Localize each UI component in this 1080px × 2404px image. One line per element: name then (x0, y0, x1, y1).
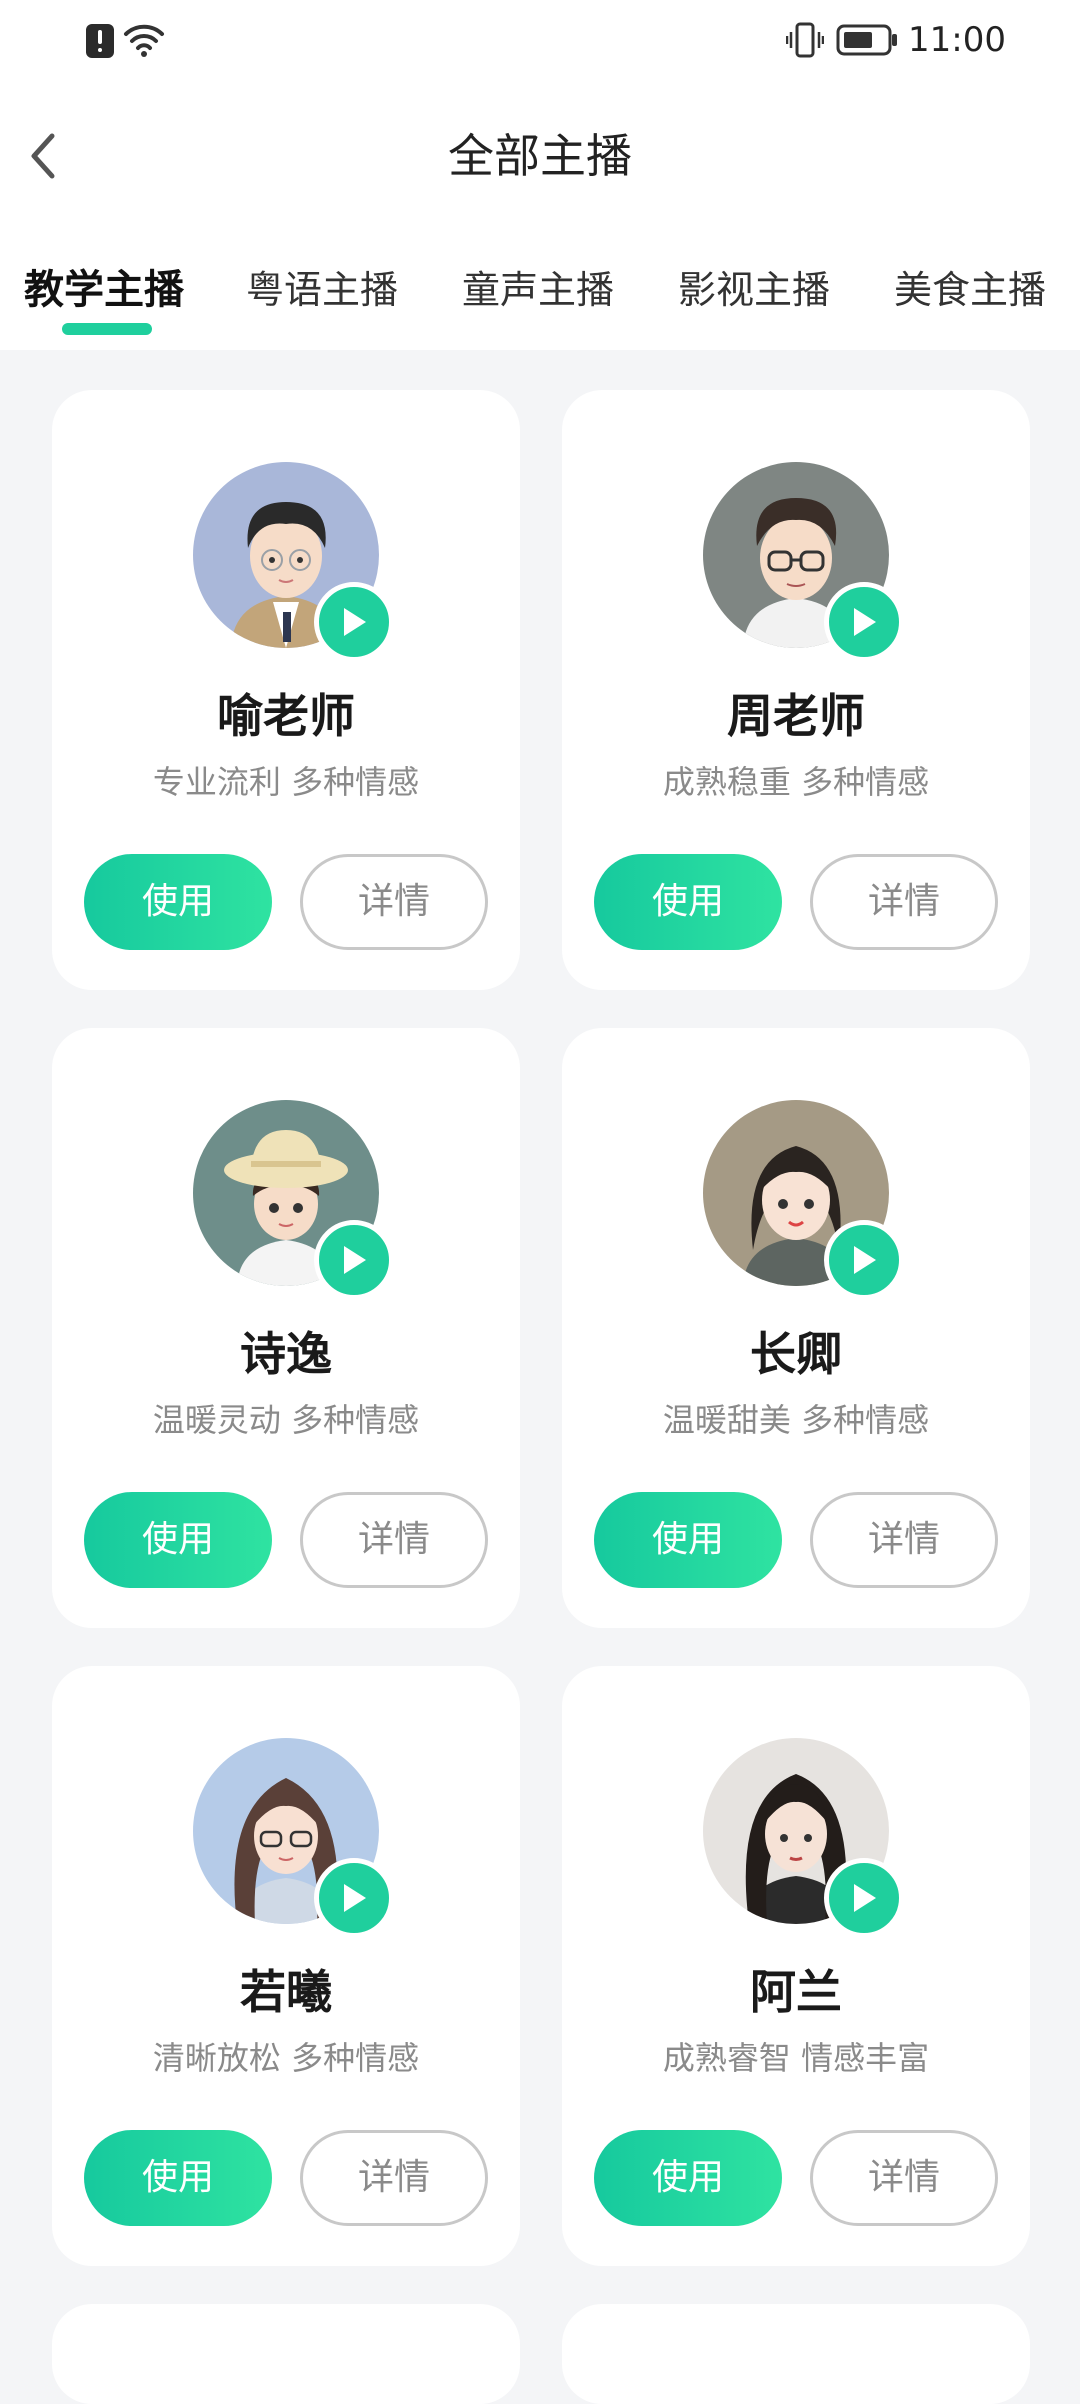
use-button[interactable]: 使用 (84, 1492, 272, 1588)
tab-active-indicator (62, 323, 152, 335)
play-button[interactable] (314, 1858, 394, 1938)
anchor-description: 清晰放松 多种情感 (152, 2039, 420, 2077)
play-icon (854, 1246, 876, 1274)
status-time: 11:00 (908, 20, 1006, 60)
play-icon (344, 1884, 366, 1912)
play-icon (344, 1246, 366, 1274)
tab-food[interactable]: 美食主播 (894, 262, 1046, 318)
play-button[interactable] (314, 1220, 394, 1300)
anchor-card: 喻老师 专业流利 多种情感 使用 详情 (52, 390, 520, 990)
play-button[interactable] (824, 1858, 904, 1938)
detail-button[interactable]: 详情 (300, 1492, 488, 1588)
page-title: 全部主播 (448, 129, 632, 183)
tab-child-voice[interactable]: 童声主播 (462, 262, 614, 318)
anchor-card: 阿兰 成熟睿智 情感丰富 使用 详情 (562, 1666, 1030, 2266)
status-bar: 11:00 (0, 0, 1080, 80)
alert-icon (86, 24, 114, 58)
use-button[interactable]: 使用 (84, 854, 272, 950)
detail-button[interactable]: 详情 (300, 2130, 488, 2226)
detail-button[interactable]: 详情 (300, 854, 488, 950)
play-button[interactable] (314, 582, 394, 662)
battery-icon (836, 24, 898, 56)
play-icon (344, 608, 366, 636)
use-button[interactable]: 使用 (84, 2130, 272, 2226)
anchor-description: 专业流利 多种情感 (152, 763, 420, 801)
use-button[interactable]: 使用 (594, 1492, 782, 1588)
anchor-card: 诗逸 温暖灵动 多种情感 使用 详情 (52, 1028, 520, 1628)
detail-button[interactable]: 详情 (810, 1492, 998, 1588)
anchor-name: 阿兰 (750, 1965, 842, 2019)
detail-button[interactable]: 详情 (810, 2130, 998, 2226)
use-button[interactable]: 使用 (594, 2130, 782, 2226)
anchor-description: 温暖灵动 多种情感 (152, 1401, 420, 1439)
anchor-description: 成熟稳重 多种情感 (662, 763, 930, 801)
play-button[interactable] (824, 582, 904, 662)
anchor-card-partial[interactable] (52, 2304, 520, 2404)
vibrate-icon (785, 20, 825, 60)
tab-film[interactable]: 影视主播 (678, 262, 830, 318)
play-button[interactable] (824, 1220, 904, 1300)
chevron-left-icon (31, 133, 55, 179)
back-button[interactable] (18, 126, 68, 186)
detail-button[interactable]: 详情 (810, 854, 998, 950)
anchor-card: 周老师 成熟稳重 多种情感 使用 详情 (562, 390, 1030, 990)
play-icon (854, 1884, 876, 1912)
tab-cantonese[interactable]: 粤语主播 (246, 262, 398, 318)
anchor-name: 长卿 (750, 1327, 842, 1381)
anchor-name: 周老师 (727, 689, 865, 743)
anchor-name: 若曦 (240, 1965, 332, 2019)
anchor-card: 若曦 清晰放松 多种情感 使用 详情 (52, 1666, 520, 2266)
anchor-card-partial[interactable] (562, 2304, 1030, 2404)
use-button[interactable]: 使用 (594, 854, 782, 950)
play-icon (854, 608, 876, 636)
anchor-name: 喻老师 (217, 689, 355, 743)
anchor-description: 温暖甜美 多种情感 (662, 1401, 930, 1439)
anchor-card: 长卿 温暖甜美 多种情感 使用 详情 (562, 1028, 1030, 1628)
anchor-name: 诗逸 (240, 1327, 332, 1381)
tab-teaching[interactable]: 教学主播 (24, 262, 184, 318)
anchor-description: 成熟睿智 情感丰富 (662, 2039, 930, 2077)
wifi-icon (122, 20, 166, 60)
